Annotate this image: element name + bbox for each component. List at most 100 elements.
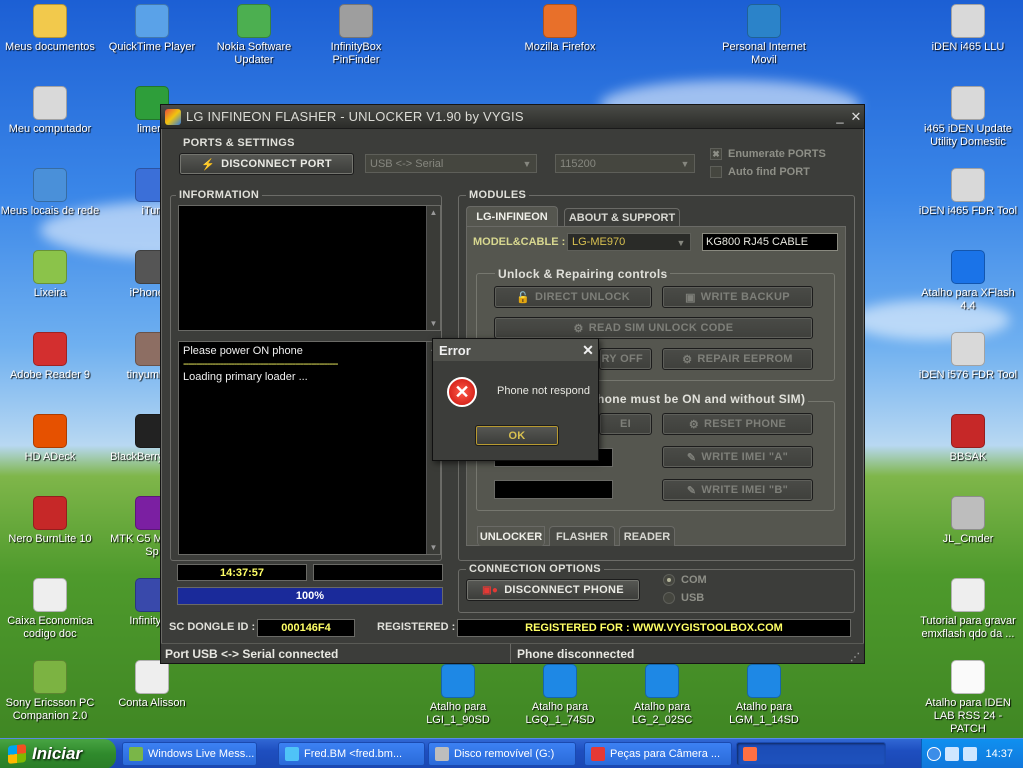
close-button[interactable]: ✕	[848, 109, 864, 125]
cable-field[interactable]: KG800 RJ45 CABLE	[702, 233, 838, 251]
computer-icon	[951, 332, 985, 366]
start-button[interactable]: Iniciar	[0, 739, 116, 768]
port-type-select[interactable]: USB <-> Serial ▼	[365, 154, 537, 173]
desktop-icon[interactable]: Atalho para XFlash 4.4	[918, 250, 1018, 313]
desktop-icon[interactable]: Adobe Reader 9	[0, 332, 100, 382]
desktop-icon-label: Caixa Economica codigo doc	[7, 615, 93, 640]
desktop-icon[interactable]: Sony Ericsson PC Companion 2.0	[0, 660, 100, 723]
xflash-icon	[951, 250, 985, 284]
info-log-top[interactable]: ▲ ▼	[178, 205, 441, 331]
desktop-icon[interactable]: Meus locais de rede	[0, 168, 100, 218]
desktop-icon[interactable]: Meus documentos	[0, 4, 100, 54]
desktop-icon[interactable]: Nokia Software Updater	[204, 4, 304, 67]
enumerate-ports-checkbox[interactable]: ✖ Enumerate PORTS	[710, 148, 826, 160]
write-imei-b-button[interactable]: ✎ WRITE IMEI "B"	[662, 479, 813, 501]
desktop-icon[interactable]: JL_Cmder	[918, 496, 1018, 546]
desktop-icon-label: Meus documentos	[5, 41, 95, 53]
connection-options-label: CONNECTION OPTIONS	[466, 563, 604, 575]
desktop-icon[interactable]: Personal Internet Movil	[714, 4, 814, 67]
desktop-icon[interactable]: i465 iDEN Update Utility Domestic	[918, 86, 1018, 149]
battery-off-button[interactable]: RY OFF	[599, 348, 652, 370]
scrollbar[interactable]: ▲▼	[426, 206, 440, 330]
com-radio[interactable]: COM	[663, 574, 707, 586]
taskbar-button[interactable]: Disco removível (G:)	[428, 742, 576, 766]
chevron-down-icon: ▼	[676, 238, 686, 248]
usb-radio[interactable]: USB	[663, 592, 704, 604]
direct-unlock-button[interactable]: 🔓 DIRECT UNLOCK	[494, 286, 652, 308]
minimize-button[interactable]: _	[832, 109, 848, 124]
dialog-close-button[interactable]: ✕	[578, 342, 598, 359]
desktop-icon[interactable]: Caixa Economica codigo doc	[0, 578, 100, 641]
taskbar-button-label: Disco removível (G:)	[454, 748, 555, 760]
desktop-icon[interactable]: iDEN i576 FDR Tool	[918, 332, 1018, 382]
desktop-icon[interactable]: InfinityBox PinFinder	[306, 4, 406, 67]
reset-icon: ⚙	[688, 418, 699, 431]
desktop-icon-label: Atalho para IDEN LAB RSS 24 - PATCH	[925, 697, 1011, 735]
tab-lg-infineon[interactable]: LG-INFINEON	[466, 206, 558, 226]
scroll-down-icon[interactable]: ▼	[427, 317, 440, 330]
desktop-icon[interactable]: iDEN i465 FDR Tool	[918, 168, 1018, 218]
tab-about-support[interactable]: ABOUT & SUPPORT	[564, 208, 680, 226]
scroll-down-icon[interactable]: ▼	[427, 541, 440, 554]
scroll-up-icon[interactable]: ▲	[427, 206, 440, 219]
direct-unlock-label: DIRECT UNLOCK	[535, 291, 630, 303]
start-label: Iniciar	[32, 744, 83, 763]
volume-icon[interactable]	[963, 747, 978, 761]
imei-b-field[interactable]	[494, 480, 613, 499]
model-select[interactable]: LG-ME970 ▼	[567, 233, 691, 251]
desktop-icon[interactable]: Mozilla Firefox	[510, 4, 610, 54]
taskbar-button[interactable]	[736, 742, 886, 766]
computer-icon	[951, 4, 985, 38]
desktop-icon[interactable]: Atalho para LGI_1_90SD	[408, 664, 508, 727]
auto-find-port-checkbox[interactable]: Auto find PORT	[710, 166, 810, 178]
desktop-icon[interactable]: Atalho para LGQ_1_74SD	[510, 664, 610, 727]
information-label: INFORMATION	[176, 189, 263, 201]
window-titlebar[interactable]: LG INFINEON FLASHER - UNLOCKER V1.90 by …	[161, 105, 864, 129]
dialog-titlebar[interactable]: Error ✕	[433, 339, 598, 361]
tab-unlocker[interactable]: UNLOCKER	[477, 526, 545, 546]
desktop-icon[interactable]: BBSAK	[918, 414, 1018, 464]
desktop-icon[interactable]: Atalho para LGM_1_14SD	[714, 664, 814, 727]
app-icon	[165, 108, 181, 125]
taskbar-button[interactable]: Peças para Câmera ...	[584, 742, 732, 766]
desktop-icon[interactable]: Atalho para LG_2_02SC	[612, 664, 712, 727]
3g-icon	[747, 4, 781, 38]
write-backup-button[interactable]: ▣ WRITE BACKUP	[662, 286, 813, 308]
desktop-icon[interactable]: iDEN i465 LLU	[918, 4, 1018, 54]
error-icon: ✕	[447, 377, 477, 407]
read-sim-unlock-code-button[interactable]: ⚙ READ SIM UNLOCK CODE	[494, 317, 813, 339]
disconnect-phone-button[interactable]: ▣● DISCONNECT PHONE	[466, 579, 640, 601]
desktop-icon[interactable]: QuickTime Player	[102, 4, 202, 54]
tab-reader[interactable]: READER	[619, 526, 675, 546]
desktop-icon-label: Atalho para LGQ_1_74SD	[525, 701, 595, 726]
taskbar-button[interactable]: Windows Live Mess...	[122, 742, 257, 766]
checkbox-icon	[710, 166, 722, 178]
modules-label: MODULES	[466, 189, 530, 201]
desktop-icon[interactable]: Lixeira	[0, 250, 100, 300]
desktop-icon[interactable]: Nero BurnLite 10	[0, 496, 100, 546]
network-icon[interactable]	[945, 747, 960, 761]
tray-arrow-icon[interactable]	[927, 747, 942, 761]
desktop-icon[interactable]: Atalho para IDEN LAB RSS 24 - PATCH	[918, 660, 1018, 736]
baud-rate-select[interactable]: 115200 ▼	[555, 154, 695, 173]
reset-phone-button[interactable]: ⚙ RESET PHONE	[662, 413, 813, 435]
sony-ericsson-icon	[33, 660, 67, 694]
tab-flasher[interactable]: FLASHER	[549, 526, 615, 546]
info-log-bottom[interactable]: Please power ON phone ------------------…	[178, 341, 441, 555]
desktop-icon[interactable]: HD ADeck	[0, 414, 100, 464]
write-imei-a-button[interactable]: ✎ WRITE IMEI "A"	[662, 446, 813, 468]
registered-label: REGISTERED :	[377, 621, 456, 633]
repair-eeprom-button[interactable]: ⚙ REPAIR EEPROM	[662, 348, 813, 370]
desktop-icon[interactable]: Tutorial para gravar emxflash qdo da ...	[918, 578, 1018, 641]
desktop-icon[interactable]: Meu computador	[0, 86, 100, 136]
imei-button[interactable]: EI	[599, 413, 652, 435]
disconnect-port-button[interactable]: ⚡ DISCONNECT PORT	[179, 153, 354, 175]
resize-grip-icon[interactable]: ⋰	[850, 644, 864, 663]
task-app-icon	[591, 747, 605, 761]
desktop-icon[interactable]: Conta Alisson	[102, 660, 202, 710]
repair-eeprom-label: REPAIR EEPROM	[697, 353, 793, 365]
auto-find-port-label: Auto find PORT	[728, 166, 810, 178]
taskbar-button[interactable]: Fred.BM <fred.bm...	[278, 742, 425, 766]
desktop-icon-label: Nokia Software Updater	[216, 41, 292, 66]
ok-button[interactable]: OK	[475, 425, 559, 446]
